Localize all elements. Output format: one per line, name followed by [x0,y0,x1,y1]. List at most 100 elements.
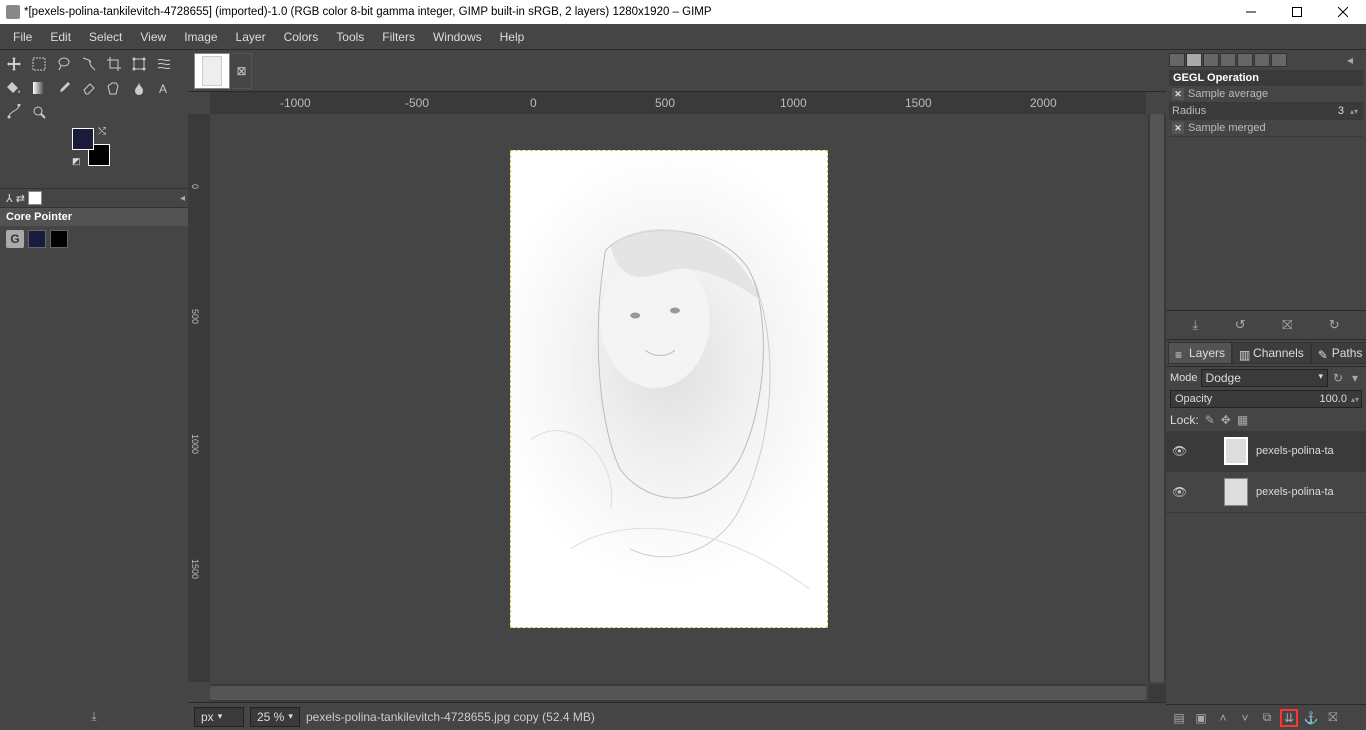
move-tool[interactable] [4,54,24,74]
ruler-vertical[interactable]: 050010001500 [188,114,210,682]
menu-bar: FileEditSelectViewImageLayerColorsToolsF… [0,24,1366,50]
tab-paths[interactable]: ✎Paths [1311,342,1366,364]
close-prop-icon[interactable]: ✕ [1172,88,1184,100]
eraser-tool[interactable] [79,78,99,98]
close-tab-button[interactable]: ⊠ [232,53,252,89]
pointer-color2[interactable] [50,230,68,248]
visibility-toggle-icon[interactable]: 👁 [1172,444,1188,458]
transform-tool[interactable] [129,54,149,74]
fuzzy-select-tool[interactable] [79,54,99,74]
lock-alpha-icon[interactable]: ▦ [1237,413,1248,427]
ruler-mark: 1000 [190,434,200,454]
mode-menu-icon[interactable]: ▾ [1348,371,1362,385]
dynamics-icon[interactable]: ⅄ [6,192,13,205]
close-button[interactable] [1320,0,1366,24]
layer-name[interactable]: pexels-polina-ta [1256,445,1334,457]
lower-layer-button[interactable]: ˅ [1236,709,1254,727]
tab-channels[interactable]: ▥Channels [1232,342,1311,364]
opacity-row[interactable]: Opacity 100.0 ▴▾ [1170,390,1362,408]
radius-row[interactable]: Radius 3 ▴▾ [1169,103,1363,120]
minimize-button[interactable] [1228,0,1274,24]
anchor-layer-button[interactable]: ⚓ [1302,709,1320,727]
pointer-color1[interactable] [28,230,46,248]
crop-tool[interactable] [104,54,124,74]
sample-merged-row[interactable]: ✕ Sample merged [1169,120,1363,137]
clone-tool[interactable] [104,78,124,98]
menu-layer[interactable]: Layer [227,26,275,48]
zoom-selector[interactable]: 25 %▾ [250,707,300,727]
blend-mode-select[interactable]: Dodge▾ [1201,369,1328,387]
lock-pixels-icon[interactable]: ✎ [1205,413,1215,427]
sample-average-row[interactable]: ✕ Sample average [1169,86,1363,103]
dock-save-icon[interactable]: ⤓ [0,703,188,730]
active-image-indicator[interactable] [28,191,42,205]
dock-tab-5[interactable] [1237,53,1253,67]
configure-dock-icon[interactable]: ◂ [1347,53,1363,67]
dock-tab-3[interactable] [1203,53,1219,67]
radius-spinner-icon[interactable]: ▴▾ [1350,107,1360,116]
image-tab[interactable] [194,53,230,89]
delete-layer-button[interactable]: ⛝ [1324,709,1342,727]
dock-tab-7[interactable] [1271,53,1287,67]
ruler-horizontal[interactable]: -1000-5000500100015002000 [210,92,1146,114]
reset-colors-icon[interactable]: ◩ [72,156,81,167]
scrollbar-horizontal[interactable] [210,684,1146,702]
mode-switch-icon[interactable]: ↻ [1331,371,1345,385]
menu-help[interactable]: Help [491,26,534,48]
pointer-mode-icon[interactable]: G [6,230,24,248]
window-title: *[pexels-polina-tankilevitch-4728655] (i… [24,6,1228,18]
tab-layers[interactable]: ≡Layers [1168,342,1232,364]
visibility-toggle-icon[interactable]: 👁 [1172,485,1188,499]
unit-selector[interactable]: px▾ [194,707,244,727]
color-swatches[interactable]: ⤭ ◩ [72,128,122,168]
menu-image[interactable]: Image [175,26,226,48]
menu-tools[interactable]: Tools [327,26,373,48]
text-tool[interactable]: A [154,78,174,98]
scrollbar-vertical[interactable] [1148,114,1166,682]
raise-layer-button[interactable]: ˄ [1214,709,1232,727]
ruler-mark: 2000 [1030,96,1057,110]
new-group-button[interactable]: ▣ [1192,709,1210,727]
new-layer-button[interactable]: ▤ [1170,709,1188,727]
menu-colors[interactable]: Colors [275,26,328,48]
layer-item[interactable]: 👁 pexels-polina-ta [1166,472,1366,513]
delete-icon[interactable]: ⛝ [1282,317,1292,333]
duplicate-layer-button[interactable]: ⧉ [1258,709,1276,727]
maximize-button[interactable] [1274,0,1320,24]
menu-windows[interactable]: Windows [424,26,491,48]
configure-tab-icon[interactable]: ◂ [180,193,185,204]
reset-icon[interactable]: ↻ [1329,317,1340,333]
menu-file[interactable]: File [4,26,41,48]
path-tool[interactable] [4,102,24,122]
lock-position-icon[interactable]: ✥ [1221,413,1231,427]
layer-name[interactable]: pexels-polina-ta [1256,486,1334,498]
lasso-tool[interactable] [54,54,74,74]
menu-view[interactable]: View [131,26,175,48]
gradient-tool[interactable] [29,78,49,98]
right-dock: ◂ GEGL Operation ✕ Sample average Radius… [1166,50,1366,730]
menu-filters[interactable]: Filters [373,26,424,48]
menu-select[interactable]: Select [80,26,131,48]
warp-tool[interactable] [154,54,174,74]
swap-colors-icon[interactable]: ⤭ [98,126,106,137]
dock-tab-2[interactable] [1186,53,1202,67]
dock-tab-1[interactable] [1169,53,1185,67]
paintbrush-tool[interactable] [54,78,74,98]
rect-select-tool[interactable] [29,54,49,74]
canvas[interactable] [210,114,1146,682]
dock-tab-6[interactable] [1254,53,1270,67]
zoom-tool[interactable] [29,102,49,122]
undo-icon[interactable]: ↺ [1235,317,1246,333]
bucket-fill-tool[interactable] [4,78,24,98]
layer-item[interactable]: 👁 pexels-polina-ta [1166,431,1366,472]
save-preset-icon[interactable]: ⤓ [1192,317,1198,333]
nav-corner-icon[interactable] [1148,684,1166,702]
merge-down-button[interactable]: ⇊ [1280,709,1298,727]
opacity-spinner-icon[interactable]: ▴▾ [1351,395,1361,404]
swap-icon[interactable]: ⇄ [16,192,25,205]
close-prop-icon[interactable]: ✕ [1172,122,1184,134]
smudge-tool[interactable] [129,78,149,98]
dock-tab-4[interactable] [1220,53,1236,67]
menu-edit[interactable]: Edit [41,26,80,48]
foreground-color[interactable] [72,128,94,150]
